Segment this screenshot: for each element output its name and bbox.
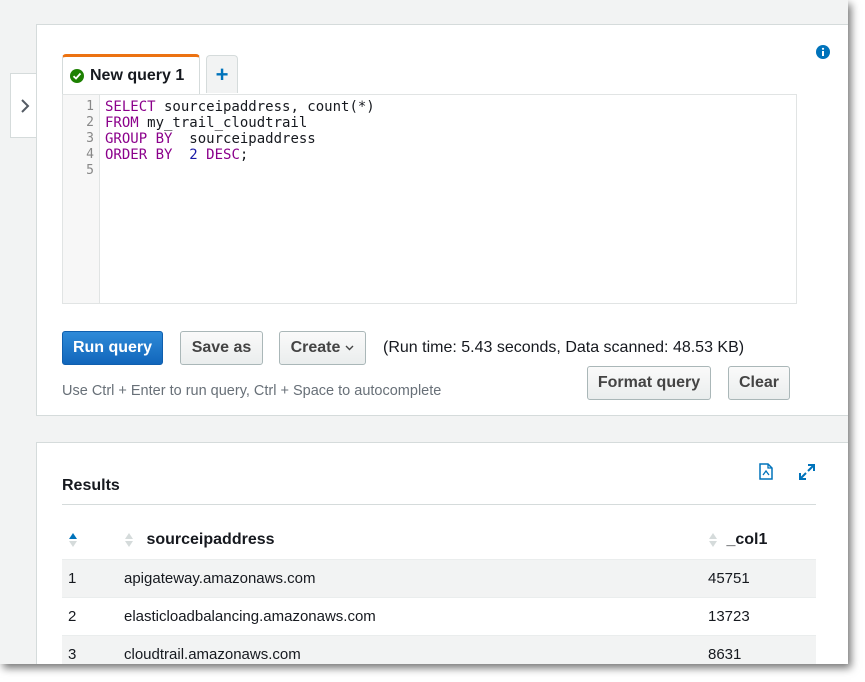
sql-keyword: SELECT bbox=[105, 99, 156, 115]
tab-label: New query 1 bbox=[90, 66, 185, 84]
column-header-index[interactable] bbox=[62, 521, 123, 560]
table-row[interactable]: 3 cloudtrail.amazonaws.com 8631 bbox=[62, 635, 816, 664]
clear-button[interactable]: Clear bbox=[728, 366, 790, 400]
line-number: 5 bbox=[86, 163, 94, 178]
create-button-label: Create bbox=[290, 339, 341, 356]
column-header-label: _col1 bbox=[726, 531, 768, 548]
add-tab-button[interactable]: + bbox=[206, 55, 238, 93]
line-number-gutter: 12345 bbox=[63, 95, 100, 303]
success-check-icon bbox=[70, 68, 84, 83]
save-as-button[interactable]: Save as bbox=[180, 331, 263, 365]
sql-keyword: DESC bbox=[206, 147, 240, 163]
cell-col1: 45751 bbox=[707, 559, 816, 598]
results-panel: Results sourceipaddress _col1 1 apigatew… bbox=[36, 442, 848, 664]
cell-col1: 13723 bbox=[707, 597, 816, 636]
info-icon[interactable] bbox=[816, 45, 830, 59]
run-stats: (Run time: 5.43 seconds, Data scanned: 4… bbox=[383, 339, 745, 356]
code-line: SELECT sourceipaddress, count(*) bbox=[105, 99, 375, 115]
row-index: 2 bbox=[62, 597, 123, 636]
sql-keyword: ORDER BY bbox=[105, 147, 173, 163]
sql-text: sourceipaddress bbox=[172, 131, 316, 147]
create-button[interactable]: Create bbox=[279, 331, 366, 365]
table-row[interactable]: 1 apigateway.amazonaws.com 45751 bbox=[62, 559, 816, 598]
column-header-label: sourceipaddress bbox=[146, 531, 275, 548]
results-divider bbox=[62, 504, 816, 505]
column-header-col1[interactable]: _col1 bbox=[707, 521, 816, 560]
line-number: 2 bbox=[86, 115, 94, 130]
column-header-sourceipaddress[interactable]: sourceipaddress bbox=[123, 521, 707, 560]
download-file-icon[interactable] bbox=[759, 463, 773, 480]
row-index: 3 bbox=[62, 635, 123, 664]
code-line: ORDER BY 2 DESC; bbox=[105, 147, 375, 163]
cell-sourceipaddress: elasticloadbalancing.amazonaws.com bbox=[123, 597, 707, 636]
chevron-down-icon bbox=[345, 345, 354, 351]
expand-icon[interactable] bbox=[798, 463, 816, 481]
line-number: 1 bbox=[86, 99, 94, 114]
run-query-button[interactable]: Run query bbox=[62, 331, 163, 365]
results-table: sourceipaddress _col1 1 apigateway.amazo… bbox=[62, 521, 816, 664]
sql-editor[interactable]: 12345 SELECT sourceipaddress, count(*) FR… bbox=[62, 94, 797, 304]
line-number: 4 bbox=[86, 147, 94, 162]
cell-col1: 8631 bbox=[707, 635, 816, 664]
format-query-label: Format query bbox=[597, 374, 701, 391]
tab-new-query-1[interactable]: New query 1 bbox=[62, 54, 200, 94]
sql-number: 2 bbox=[189, 147, 198, 163]
results-title: Results bbox=[62, 477, 120, 494]
sort-icon bbox=[125, 532, 133, 547]
sql-code-area[interactable]: SELECT sourceipaddress, count(*) FROM my_… bbox=[100, 95, 375, 303]
code-line: GROUP BY sourceipaddress bbox=[105, 131, 375, 147]
keyboard-hint: Use Ctrl + Enter to run query, Ctrl + Sp… bbox=[62, 383, 442, 399]
sort-ascending-icon bbox=[69, 532, 77, 547]
sidebar-toggle-button[interactable] bbox=[10, 73, 38, 138]
sql-text: my_trail_cloudtrail bbox=[138, 115, 308, 131]
line-number: 3 bbox=[86, 131, 94, 146]
query-editor-panel: New query 1 + 12345 SELECT sourceipaddre… bbox=[36, 24, 848, 416]
code-line: FROM my_trail_cloudtrail bbox=[105, 115, 375, 131]
chevron-right-icon bbox=[20, 98, 29, 113]
sort-icon bbox=[709, 532, 717, 547]
results-header-row: sourceipaddress _col1 bbox=[62, 521, 816, 560]
sql-text: ; bbox=[239, 147, 249, 163]
cell-sourceipaddress: cloudtrail.amazonaws.com bbox=[123, 635, 707, 664]
row-index: 1 bbox=[62, 559, 123, 598]
cell-sourceipaddress: apigateway.amazonaws.com bbox=[123, 559, 707, 598]
format-query-button[interactable]: Format query bbox=[587, 366, 711, 400]
app-frame: New query 1 + 12345 SELECT sourceipaddre… bbox=[0, 0, 848, 664]
sql-text: sourceipaddress, count(*) bbox=[155, 99, 375, 115]
table-row[interactable]: 2 elasticloadbalancing.amazonaws.com 137… bbox=[62, 597, 816, 636]
sql-keyword: GROUP BY bbox=[105, 131, 173, 147]
sql-keyword: FROM bbox=[105, 115, 139, 131]
